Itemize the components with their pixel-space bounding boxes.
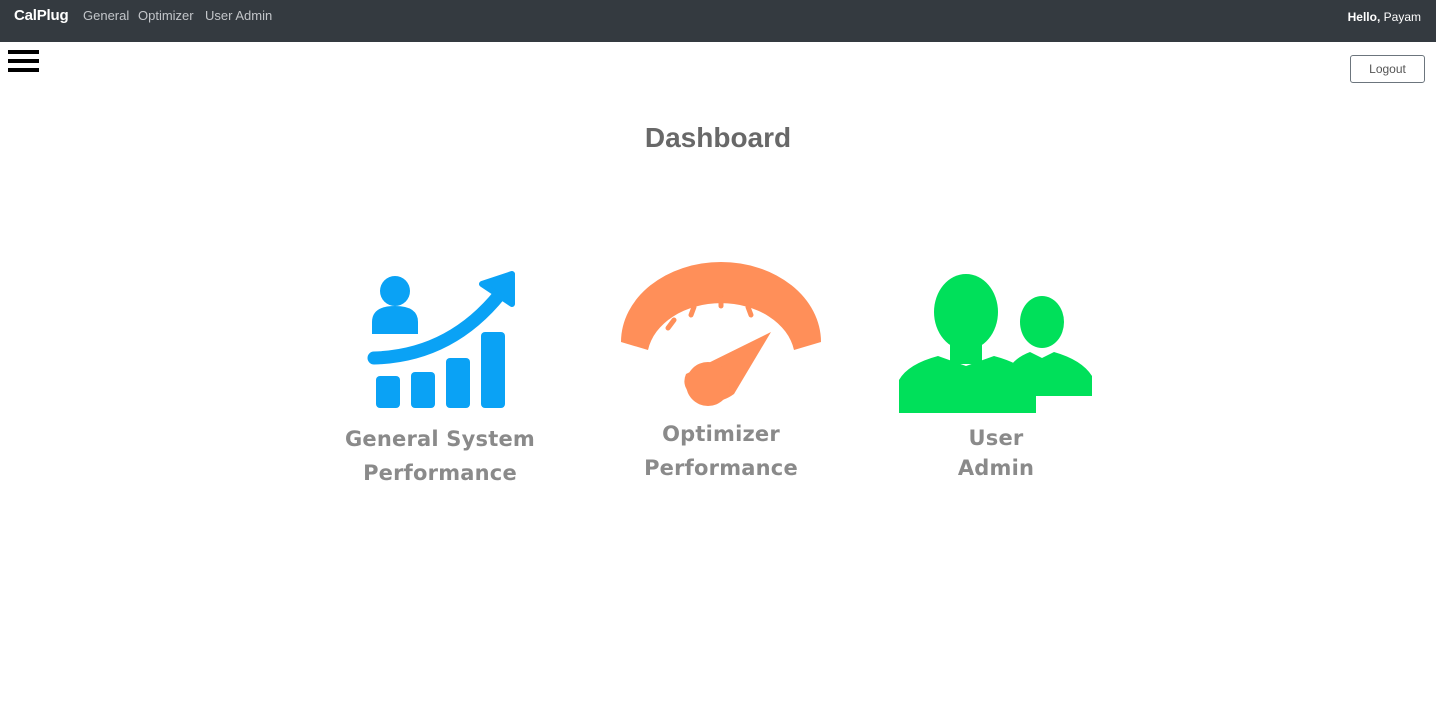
tile-user-admin[interactable]: User Admin bbox=[896, 270, 1096, 483]
user-greeting: Hello, Payam bbox=[1348, 10, 1421, 24]
nav-link-optimizer[interactable]: Optimizer bbox=[138, 8, 194, 23]
tile-optimizer-performance[interactable]: Optimizer Performance bbox=[616, 262, 826, 485]
greeting-username: Payam bbox=[1383, 10, 1421, 24]
tile-label-line1: Optimizer bbox=[662, 422, 780, 446]
tile-label-line1: General System bbox=[345, 427, 535, 451]
top-navbar: CalPlug General Optimizer User Admin Hel… bbox=[0, 0, 1436, 42]
tile-general-system-performance[interactable]: General System Performance bbox=[340, 270, 540, 490]
tile-label-line2: Performance bbox=[644, 456, 798, 480]
tile-label-line1: User bbox=[968, 426, 1024, 450]
tile-label-line2: Performance bbox=[363, 461, 517, 485]
tile-label: User Admin bbox=[896, 423, 1096, 483]
brand-link[interactable]: CalPlug bbox=[14, 7, 69, 24]
page-title: Dashboard bbox=[644, 122, 792, 153]
nav-link-user-admin[interactable]: User Admin bbox=[205, 8, 272, 23]
nav-link-general[interactable]: General bbox=[83, 8, 129, 23]
speedometer-icon bbox=[621, 262, 821, 406]
tile-label-line2: Admin bbox=[957, 456, 1035, 480]
tile-label: Optimizer Performance bbox=[616, 417, 826, 485]
growth-chart-icon bbox=[367, 271, 515, 408]
greeting-hello: Hello, bbox=[1347, 10, 1381, 24]
users-icon bbox=[899, 274, 1092, 413]
tile-label: General System Performance bbox=[340, 422, 540, 490]
logout-button[interactable]: Logout bbox=[1350, 55, 1425, 83]
hamburger-icon[interactable] bbox=[8, 50, 39, 74]
